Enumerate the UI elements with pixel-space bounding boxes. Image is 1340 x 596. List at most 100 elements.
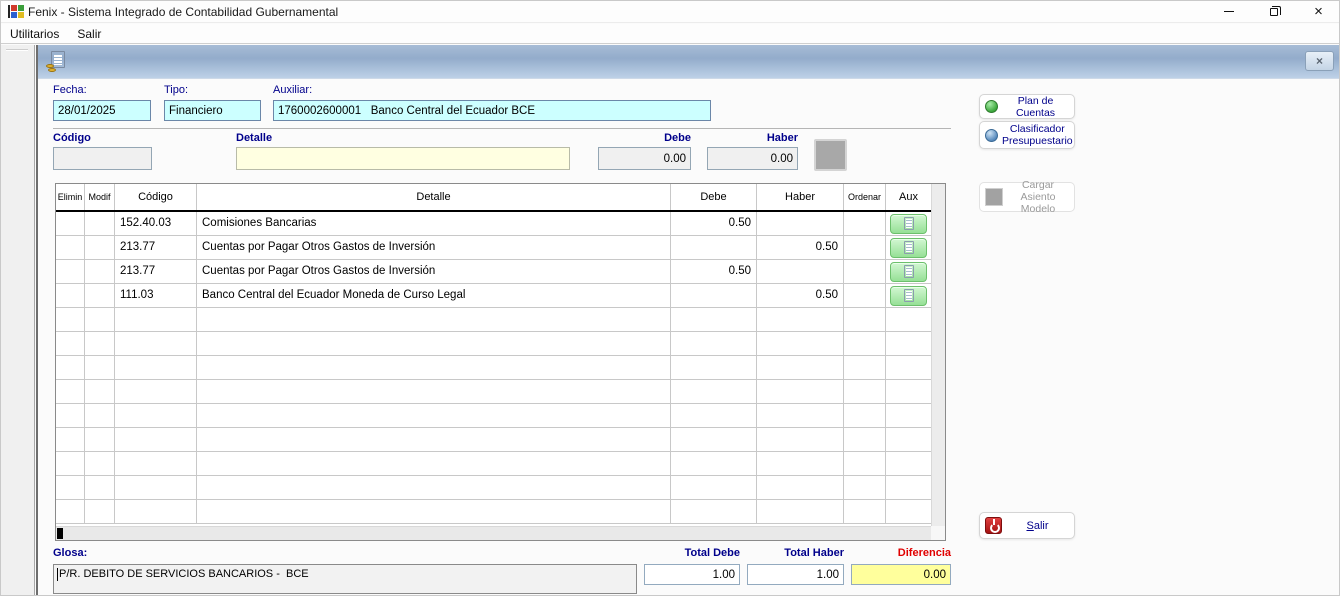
tipo-field[interactable]: Financiero <box>164 100 261 121</box>
gray-square-icon <box>985 188 1003 206</box>
app-icon <box>8 5 21 18</box>
application-window: Fenix - Sistema Integrado de Contabilida… <box>0 0 1340 596</box>
add-entry-button[interactable] <box>814 139 847 171</box>
table-row[interactable]: 152.40.03 Comisiones Bancarias 0.50 <box>56 212 931 236</box>
child-close-icon: × <box>1316 54 1323 68</box>
document-icon <box>904 265 914 278</box>
detalle-label: Detalle <box>236 132 272 144</box>
row-codigo: 111.03 <box>115 284 197 308</box>
child-toolbar: × <box>38 45 1340 79</box>
debe-label: Debe <box>598 132 691 144</box>
title-bar[interactable]: Fenix - Sistema Integrado de Contabilida… <box>1 1 1340 23</box>
row-detalle: Cuentas por Pagar Otros Gastos de Invers… <box>197 236 671 260</box>
diferencia-label: Diferencia <box>851 547 951 559</box>
table-row[interactable]: 111.03 Banco Central del Ecuador Moneda … <box>56 284 931 308</box>
close-button[interactable]: × <box>1296 1 1340 22</box>
glosa-label: Glosa: <box>53 547 87 559</box>
panel-grip[interactable] <box>6 49 28 51</box>
total-haber-field: 1.00 <box>747 564 844 585</box>
total-debe-field: 1.00 <box>644 564 740 585</box>
haber-label: Haber <box>707 132 798 144</box>
clasificador-presupuestario-button[interactable]: Clasificador Presupuestario <box>979 121 1075 149</box>
table-empty-row <box>56 404 931 428</box>
cargar-asiento-modelo-button[interactable]: Cargar Asiento Modelo <box>979 182 1075 212</box>
auxiliar-label: Auxiliar: <box>273 84 312 96</box>
table-row[interactable]: 213.77 Cuentas por Pagar Otros Gastos de… <box>56 236 931 260</box>
row-debe <box>671 236 757 260</box>
divider-line <box>53 128 951 129</box>
table-empty-row <box>56 332 931 356</box>
green-sphere-icon <box>985 100 998 113</box>
auxiliar-field[interactable]: 1760002600001 Banco Central del Ecuador … <box>273 100 711 121</box>
row-detalle: Comisiones Bancarias <box>197 212 671 236</box>
header-aux: Aux <box>886 184 931 210</box>
restore-icon <box>1270 8 1278 16</box>
table-row[interactable]: 213.77 Cuentas por Pagar Otros Gastos de… <box>56 260 931 284</box>
header-detalle: Detalle <box>197 184 671 210</box>
debe-input[interactable]: 0.00 <box>598 147 691 170</box>
haber-input[interactable]: 0.00 <box>707 147 798 170</box>
salir-button[interactable]: Salir <box>979 512 1075 539</box>
row-haber: 0.50 <box>757 284 844 308</box>
row-debe <box>671 284 757 308</box>
table-empty-row <box>56 380 931 404</box>
aux-button[interactable] <box>890 286 927 306</box>
salir-label: Salir <box>1006 520 1069 532</box>
detalle-input[interactable] <box>236 147 570 170</box>
aux-button[interactable] <box>890 262 927 282</box>
row-codigo: 213.77 <box>115 260 197 284</box>
glosa-input[interactable]: P/R. DEBITO DE SERVICIOS BANCARIOS - BCE <box>53 564 637 594</box>
menu-utilitarios[interactable]: Utilitarios <box>1 24 68 43</box>
document-icon <box>904 217 914 230</box>
diferencia-field: 0.00 <box>851 564 951 585</box>
total-debe-label: Total Debe <box>644 547 740 559</box>
child-close-button[interactable]: × <box>1305 51 1334 71</box>
codigo-input[interactable] <box>53 147 152 170</box>
row-haber <box>757 260 844 284</box>
row-debe: 0.50 <box>671 260 757 284</box>
menu-salir[interactable]: Salir <box>68 24 110 43</box>
document-icon <box>904 241 914 254</box>
table-empty-row <box>56 452 931 476</box>
table-empty-row <box>56 500 931 524</box>
fecha-label: Fecha: <box>53 84 87 96</box>
entries-grid: Elimin Modif Código Detalle Debe Haber O… <box>55 183 946 541</box>
table-empty-row <box>56 308 931 332</box>
row-haber <box>757 212 844 236</box>
journal-entry-icon[interactable] <box>46 51 68 73</box>
row-haber: 0.50 <box>757 236 844 260</box>
plan-de-cuentas-button[interactable]: Plan de Cuentas <box>979 94 1075 119</box>
aux-button[interactable] <box>890 214 927 234</box>
vertical-scrollbar[interactable] <box>931 184 945 526</box>
horizontal-scrollbar[interactable] <box>56 526 931 540</box>
minimize-button[interactable] <box>1206 1 1251 22</box>
window-controls: × <box>1206 1 1340 22</box>
close-icon: × <box>1314 4 1323 19</box>
blue-sphere-icon <box>985 129 998 142</box>
scrollbar-thumb[interactable] <box>57 528 63 539</box>
menu-bar: Utilitarios Salir <box>1 24 1340 44</box>
plan-de-cuentas-label: Plan de Cuentas <box>1002 95 1069 119</box>
aux-button[interactable] <box>890 238 927 258</box>
scrollbar-corner <box>931 526 945 540</box>
power-icon <box>985 517 1002 534</box>
total-haber-label: Total Haber <box>747 547 844 559</box>
table-empty-row <box>56 428 931 452</box>
window-title: Fenix - Sistema Integrado de Contabilida… <box>28 5 338 19</box>
clasificador-label: Clasificador Presupuestario <box>1002 123 1073 147</box>
row-detalle: Cuentas por Pagar Otros Gastos de Invers… <box>197 260 671 284</box>
left-dock-panel <box>1 45 35 596</box>
text-caret <box>57 568 58 581</box>
header-elimin: Elimin <box>56 184 85 210</box>
table-empty-row <box>56 476 931 500</box>
codigo-label: Código <box>53 132 91 144</box>
restore-button[interactable] <box>1251 1 1296 22</box>
minimize-icon <box>1224 11 1234 12</box>
grid-header: Elimin Modif Código Detalle Debe Haber O… <box>56 184 931 212</box>
row-codigo: 213.77 <box>115 236 197 260</box>
document-icon <box>904 289 914 302</box>
fecha-field[interactable]: 28/01/2025 <box>53 100 151 121</box>
tipo-label: Tipo: <box>164 84 188 96</box>
header-codigo: Código <box>115 184 197 210</box>
row-codigo: 152.40.03 <box>115 212 197 236</box>
